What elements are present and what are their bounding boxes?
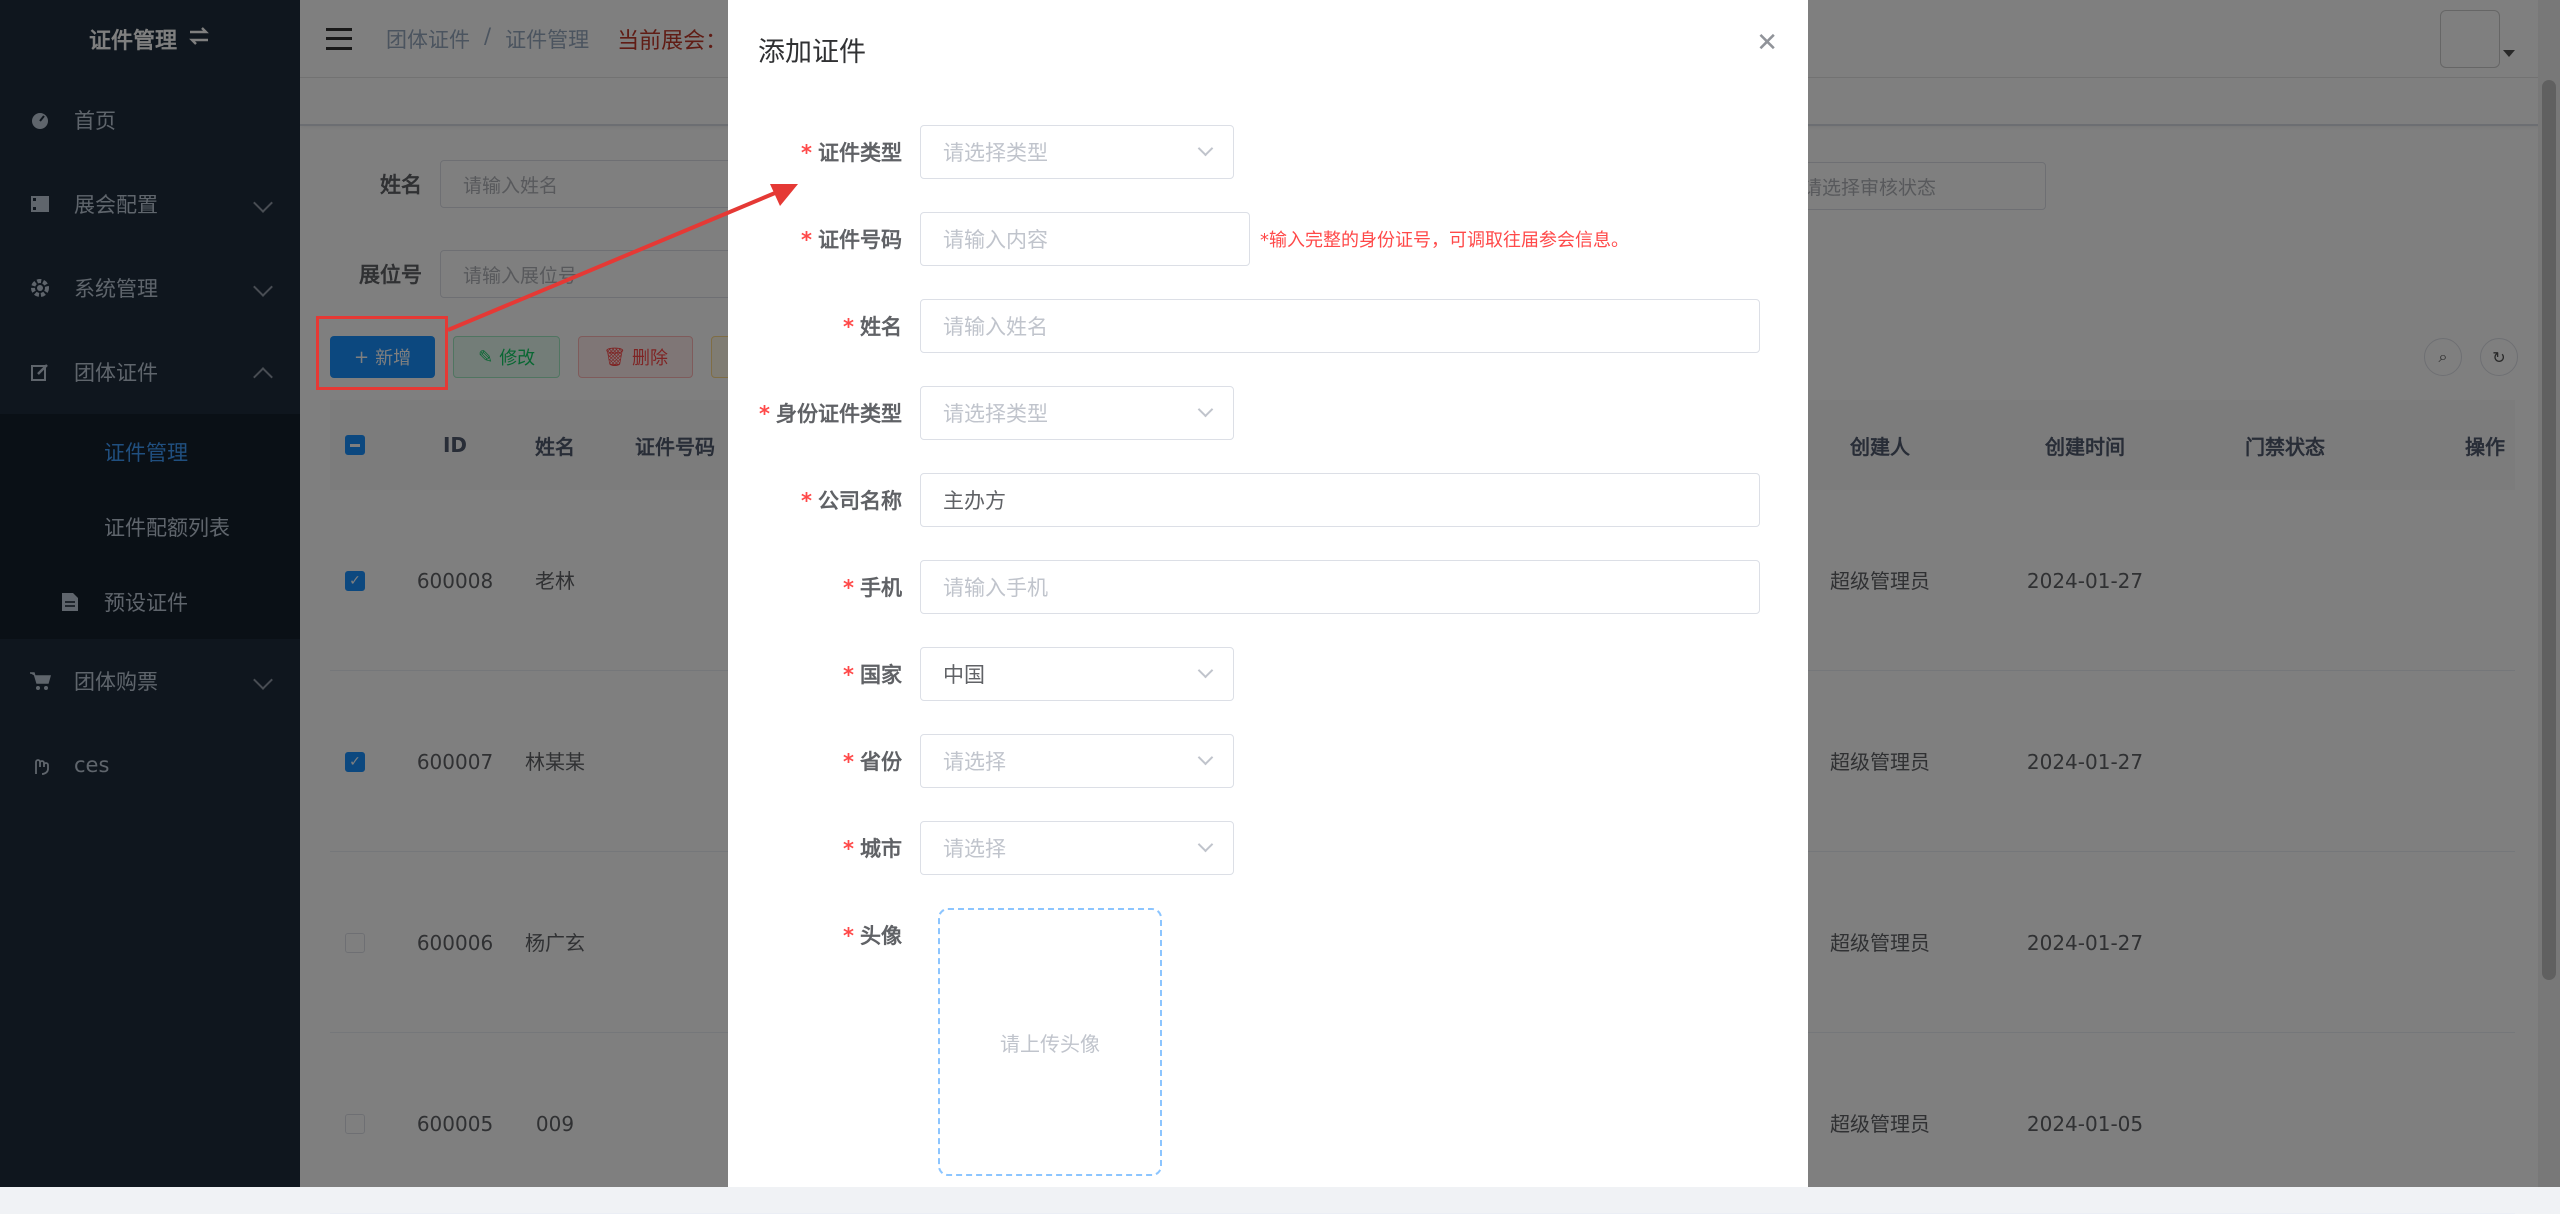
- form-label: * 公司名称: [801, 489, 902, 513]
- id-type-select[interactable]: 请选择类型: [920, 386, 1234, 440]
- province-label: 省份: [860, 750, 902, 774]
- chevron-down-icon: [1197, 140, 1214, 157]
- form-row-cert-no: * 证件号码 请输入内容 *输入完整的身份证号，可调取往届参会信息。: [728, 212, 1629, 266]
- close-icon[interactable]: ✕: [1756, 28, 1778, 58]
- phone-input[interactable]: 请输入手机: [920, 560, 1760, 614]
- country-label: 国家: [860, 663, 902, 687]
- chevron-down-icon: [1197, 662, 1214, 679]
- avatar-upload[interactable]: 请上传头像: [938, 908, 1162, 1176]
- name-label: 姓名: [860, 315, 902, 339]
- form-row-name: * 姓名 请输入姓名: [728, 299, 1760, 353]
- cert-no-input[interactable]: 请输入内容: [920, 212, 1250, 266]
- form-label: * 证件号码: [801, 228, 902, 252]
- city-select[interactable]: 请选择: [920, 821, 1234, 875]
- form-label: * 身份证件类型: [759, 402, 902, 426]
- select-placeholder: 请选择: [943, 750, 1006, 774]
- form-label: * 头像: [843, 924, 902, 948]
- select-value: 中国: [943, 663, 985, 687]
- chevron-down-icon: [1197, 836, 1214, 853]
- add-cert-dialog: 添加证件 ✕ * 证件类型 请选择类型 * 证件号码 请输入内容 *输入完整的身份证…: [728, 0, 1808, 1187]
- form-row-avatar: * 头像: [728, 908, 920, 962]
- select-placeholder: 请选择: [943, 837, 1006, 861]
- chevron-down-icon: [1197, 749, 1214, 766]
- form-label: * 证件类型: [801, 141, 902, 165]
- form-row-id-type: * 身份证件类型 请选择类型: [728, 386, 1234, 440]
- form-label: * 姓名: [843, 315, 902, 339]
- form-label: * 国家: [843, 663, 902, 687]
- name-input[interactable]: 请输入姓名: [920, 299, 1760, 353]
- form-row-city: * 城市 请选择: [728, 821, 1234, 875]
- cert-type-select[interactable]: 请选择类型: [920, 125, 1234, 179]
- cert-type-label: 证件类型: [818, 141, 902, 165]
- cert-no-label: 证件号码: [818, 228, 902, 252]
- id-type-label: 身份证件类型: [776, 402, 902, 426]
- province-select[interactable]: 请选择: [920, 734, 1234, 788]
- form-label: * 省份: [843, 750, 902, 774]
- select-placeholder: 请选择类型: [943, 402, 1048, 426]
- form-label: * 手机: [843, 576, 902, 600]
- form-row-province: * 省份 请选择: [728, 734, 1234, 788]
- phone-label: 手机: [860, 576, 902, 600]
- form-row-cert-type: * 证件类型 请选择类型: [728, 125, 1234, 179]
- avatar-label: 头像: [860, 924, 902, 948]
- form-label: * 城市: [843, 837, 902, 861]
- annotation-highlight-box: [316, 316, 448, 390]
- form-row-phone: * 手机 请输入手机: [728, 560, 1760, 614]
- country-select[interactable]: 中国: [920, 647, 1234, 701]
- chevron-down-icon: [1197, 401, 1214, 418]
- city-label: 城市: [860, 837, 902, 861]
- company-label: 公司名称: [818, 489, 902, 513]
- form-row-country: * 国家 中国: [728, 647, 1234, 701]
- cert-no-hint: *输入完整的身份证号，可调取往届参会信息。: [1260, 230, 1629, 251]
- form-row-company: * 公司名称 主办方: [728, 473, 1760, 527]
- dialog-title: 添加证件: [758, 37, 866, 68]
- company-input[interactable]: 主办方: [920, 473, 1760, 527]
- select-placeholder: 请选择类型: [943, 141, 1048, 165]
